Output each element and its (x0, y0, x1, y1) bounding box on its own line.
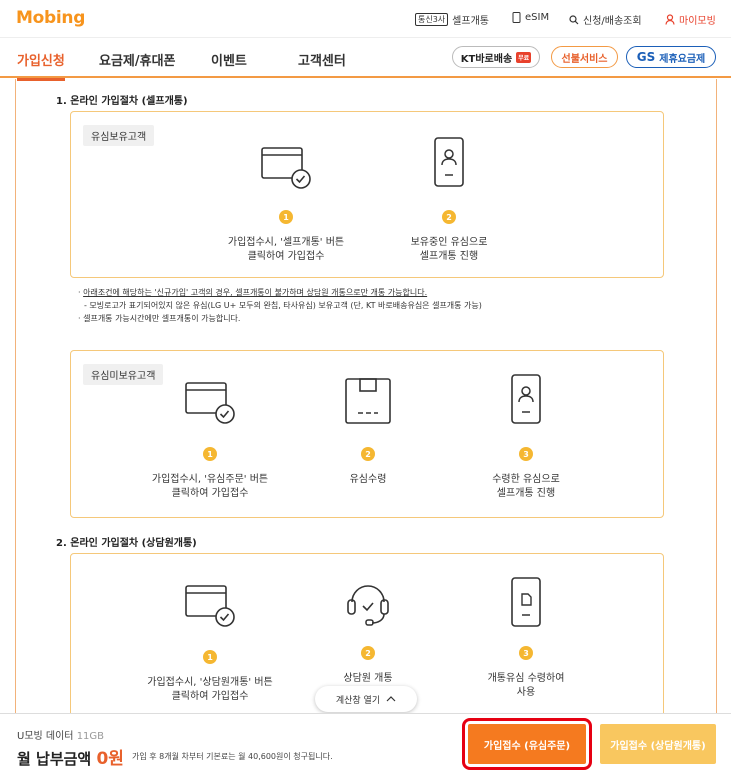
step-2: 2 유심수령 (293, 377, 443, 487)
top-utility-bar: Mobing 통신3사 셀프개통 eSIM 신청/배송조회 마이모빙 (0, 0, 731, 38)
step-text: 가입접수시, '상담원개통' 버튼 클릭하여 가입접수 (147, 677, 273, 702)
note-line-1: 아래조건에 해당하는 '신규가입' 고객의 경우, 셀프개통이 불가하며 상담원… (83, 288, 428, 297)
prepaid-service-button[interactable]: 선불서비스 (551, 46, 618, 68)
gs-logo: GS (636, 50, 656, 64)
step-text: 유심수령 (349, 474, 387, 485)
card-check-icon (261, 147, 311, 189)
tab-plans-phones[interactable]: 요금제/휴대폰 (99, 50, 176, 69)
step-1: 1 가입접수시, '유심주문' 버튼 클릭하여 가입접수 (135, 377, 285, 501)
self-activation-notes: · 아래조건에 해당하는 '신규가입' 고객의 경우, 셀프개통이 불가하며 상… (78, 288, 482, 323)
mobing-logo[interactable]: Mobing (16, 8, 85, 28)
bottom-summary-bar: U모빙 데이터 11GB 월 납부금액 0원 가입 후 8개월 차부터 기본료는… (0, 713, 731, 771)
step-text: 상담원 개통 (343, 673, 393, 684)
kt-delivery-label: KT바로배송 (460, 53, 513, 65)
step-text: 가입접수시, '유심주문' 버튼 클릭하여 가입접수 (151, 474, 269, 499)
content-area: 1. 온라인 가입절차 (셀프개통) 유심보유고객 1 가입접수시, '셀프개통… (15, 79, 717, 713)
step-text: 개통유심 수령하여 사용 (487, 673, 565, 698)
signup-usim-order-button[interactable]: 가입접수 (유심주문) (462, 718, 592, 770)
tab-customer-center[interactable]: 고객센터 (298, 50, 346, 69)
user-icon (665, 14, 675, 25)
step-2: 2 보유중인 유심으로 셀프개통 진행 (374, 134, 524, 264)
monthly-payment: 월 납부금액 0원 (17, 744, 124, 769)
step-1: 1 가입접수시, '셀프개통' 버튼 클릭하여 가입접수 (211, 142, 361, 264)
tab-events[interactable]: 이벤트 (211, 50, 247, 69)
order-lookup-link[interactable]: 신청/배송조회 (569, 12, 642, 27)
order-lookup-label: 신청/배송조회 (583, 16, 642, 27)
chevron-up-icon (386, 696, 396, 702)
step-text: 보유중인 유심으로 셀프개통 진행 (410, 237, 488, 262)
card-check-icon (185, 382, 235, 424)
card-check-icon (185, 585, 235, 627)
usim-owner-box: 유심보유고객 1 가입접수시, '셀프개통' 버튼 클릭하여 가입접수 2 보유… (70, 111, 664, 278)
monthly-value: 0원 (96, 749, 124, 769)
note-line-2: - 모빙로고가 표기되어있지 않은 유심(LG U+ 모두의 완칩, 타사유심)… (84, 301, 482, 310)
step-number: 3 (519, 646, 533, 660)
kt-delivery-button[interactable]: KT바로배송 무료 (452, 46, 540, 68)
step-number: 2 (361, 447, 375, 461)
tab-signup[interactable]: 가입신청 (17, 50, 65, 81)
main-nav: 가입신청 요금제/휴대폰 이벤트 고객센터 KT바로배송 무료 선불서비스 GS… (0, 38, 731, 81)
section1-title: 1. 온라인 가입절차 (셀프개통) (56, 96, 188, 107)
mypage-label: 마이모빙 (679, 16, 716, 27)
step-number: 1 (203, 650, 217, 664)
step-number: 1 (203, 447, 217, 461)
mypage-link[interactable]: 마이모빙 (665, 12, 716, 27)
headset-icon (347, 585, 389, 626)
signup-agent-button[interactable]: 가입접수 (상담원개통) (600, 724, 716, 764)
usim-card-icon (434, 137, 464, 187)
package-box-icon (345, 378, 391, 424)
esim-link[interactable]: eSIM (512, 12, 549, 23)
telecom-badge: 통신3사 (415, 13, 449, 26)
self-activation-label: 셀프개통 (452, 16, 489, 27)
plan-name: U모빙 데이터 (17, 731, 74, 742)
gs-partner-plan-button[interactable]: GS 제휴요금제 (626, 46, 716, 68)
search-icon (569, 14, 579, 24)
plan-data: 11GB (76, 731, 105, 742)
monthly-label: 월 납부금액 (17, 750, 92, 768)
gs-partner-label: 제휴요금제 (659, 53, 706, 65)
usim-non-owner-box: 유심미보유고객 1 가입접수시, '유심주문' 버튼 클릭하여 가입접수 2 유… (70, 350, 664, 518)
phone-icon (512, 12, 521, 23)
step-3: 3 수령한 유심으로 셀프개통 진행 (451, 373, 601, 501)
self-activation-link[interactable]: 통신3사 셀프개통 (415, 12, 489, 27)
step-1: 1 가입접수시, '상담원개통' 버튼 클릭하여 가입접수 (135, 580, 285, 704)
section2-title: 2. 온라인 가입절차 (상담원개통) (56, 538, 197, 549)
esim-label: eSIM (525, 12, 550, 23)
step-number: 2 (442, 210, 456, 224)
calculator-toggle-button[interactable]: 계산창 열기 (315, 686, 417, 712)
free-badge: 무료 (516, 51, 532, 63)
step-number: 3 (519, 447, 533, 461)
step-2: 2 상담원 개통 (293, 576, 443, 686)
step-text: 가입접수시, '셀프개통' 버튼 클릭하여 가입접수 (227, 237, 345, 262)
calculator-toggle-label: 계산창 열기 (335, 695, 381, 706)
sim-chip-icon (511, 577, 541, 627)
usim-owner-label: 유심보유고객 (83, 125, 155, 146)
billing-note: 가입 후 8개월 차부터 기본료는 월 40,600원이 청구됩니다. (132, 752, 333, 761)
step-3: 3 개통유심 수령하여 사용 (451, 576, 601, 700)
step-text: 수령한 유심으로 셀프개통 진행 (492, 474, 560, 499)
step-number: 2 (361, 646, 375, 660)
step-number: 1 (279, 210, 293, 224)
note-line-3: 셀프개통 가능시간에만 셀프개통이 가능합니다. (83, 314, 241, 323)
plan-summary: U모빙 데이터 11GB (17, 727, 104, 742)
usim-card-icon (511, 374, 541, 424)
